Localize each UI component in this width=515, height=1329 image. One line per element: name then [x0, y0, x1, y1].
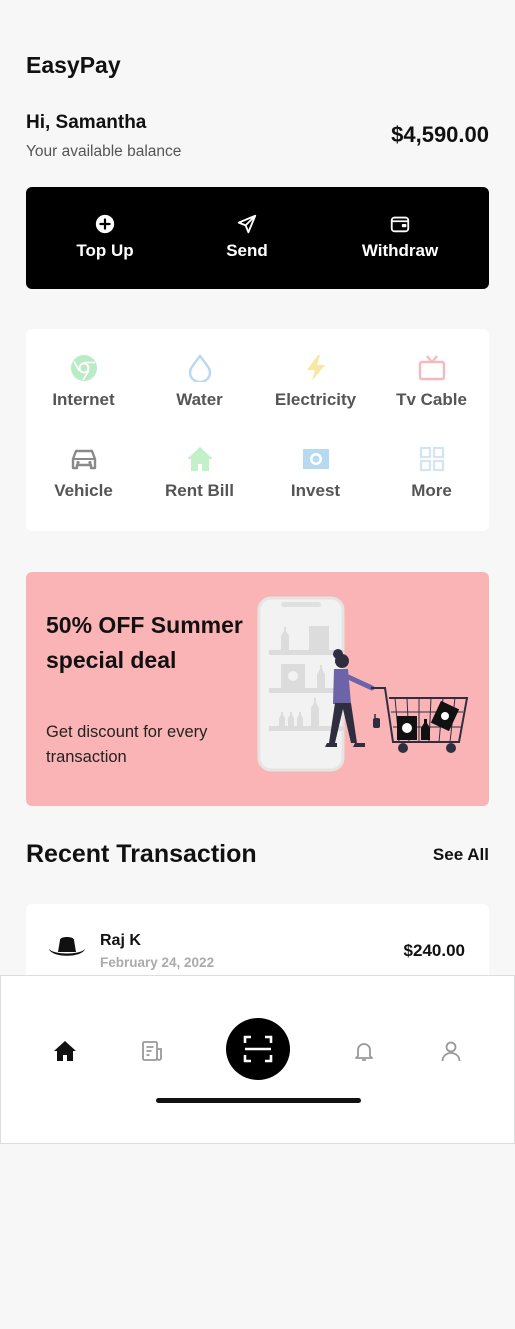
service-label: Water — [176, 390, 223, 409]
tv-icon — [418, 355, 445, 381]
transaction-amount: $240.00 — [403, 941, 465, 960]
withdraw-button[interactable]: Withdraw — [323, 187, 477, 289]
nav-home[interactable] — [50, 1036, 80, 1066]
greeting: Hi, Samantha — [26, 112, 147, 133]
promo-title: 50% OFF Summer special deal — [46, 612, 243, 673]
service-invest[interactable]: Invest — [258, 420, 373, 510]
service-label: Electricity — [274, 390, 357, 409]
see-all-link[interactable]: See All — [433, 845, 489, 865]
service-water[interactable]: Water — [142, 329, 257, 419]
send-icon — [237, 214, 257, 234]
nav-profile[interactable] — [436, 1036, 466, 1066]
transaction-name: Raj K — [100, 932, 141, 949]
money-icon — [302, 449, 329, 469]
cowboy-hat-icon — [49, 937, 85, 956]
services-grid: Internet Water Electricity Tv Cable Vehi… — [26, 329, 489, 531]
service-internet[interactable]: Internet — [26, 329, 141, 419]
water-drop-icon — [188, 354, 211, 382]
globe-icon — [70, 355, 97, 381]
scan-button[interactable] — [226, 1018, 290, 1080]
bell-icon — [355, 1043, 373, 1061]
service-label: Rent Bill — [165, 481, 234, 500]
shopping-illustration — [257, 596, 469, 772]
service-label: Tv Cable — [396, 390, 467, 409]
scan-icon — [243, 1035, 273, 1063]
house-icon — [186, 447, 213, 471]
recent-transaction-title: Recent Transaction — [26, 840, 257, 868]
bottom-navigation — [0, 975, 515, 1144]
wallet-icon — [390, 216, 410, 233]
service-vehicle[interactable]: Vehicle — [26, 420, 141, 510]
send-button[interactable]: Send — [170, 187, 324, 289]
service-tv-cable[interactable]: Tv Cable — [374, 329, 489, 419]
service-label: Invest — [290, 481, 341, 500]
grid-icon — [419, 446, 444, 472]
service-label: More — [411, 481, 452, 500]
promo-subtitle: Get discount for every transaction — [46, 723, 208, 766]
service-label: Internet — [52, 390, 115, 409]
service-rent-bill[interactable]: Rent Bill — [142, 420, 257, 510]
home-icon — [54, 1041, 76, 1061]
user-icon — [441, 1041, 461, 1062]
app-title: EasyPay — [26, 52, 121, 78]
send-label: Send — [226, 241, 268, 260]
balance-label: Your available balance — [26, 143, 182, 160]
home-indicator — [156, 1098, 361, 1103]
plus-circle-icon — [95, 214, 115, 234]
service-label: Vehicle — [54, 481, 113, 500]
top-up-label: Top Up — [76, 241, 134, 260]
service-more[interactable]: More — [374, 420, 489, 510]
nav-receipts[interactable] — [137, 1036, 167, 1066]
quick-actions-bar: Top Up Send Withdraw — [26, 187, 489, 289]
service-electricity[interactable]: Electricity — [258, 329, 373, 419]
car-icon — [71, 449, 96, 470]
promo-banner[interactable]: 50% OFF Summer special deal Get discount… — [26, 572, 489, 806]
lightning-icon — [306, 355, 325, 381]
transaction-date: February 24, 2022 — [100, 955, 215, 970]
receipt-icon — [142, 1041, 162, 1061]
balance-amount: $4,590.00 — [391, 122, 489, 147]
withdraw-label: Withdraw — [361, 241, 439, 260]
nav-notifications[interactable] — [349, 1036, 379, 1066]
top-up-button[interactable]: Top Up — [28, 187, 182, 289]
